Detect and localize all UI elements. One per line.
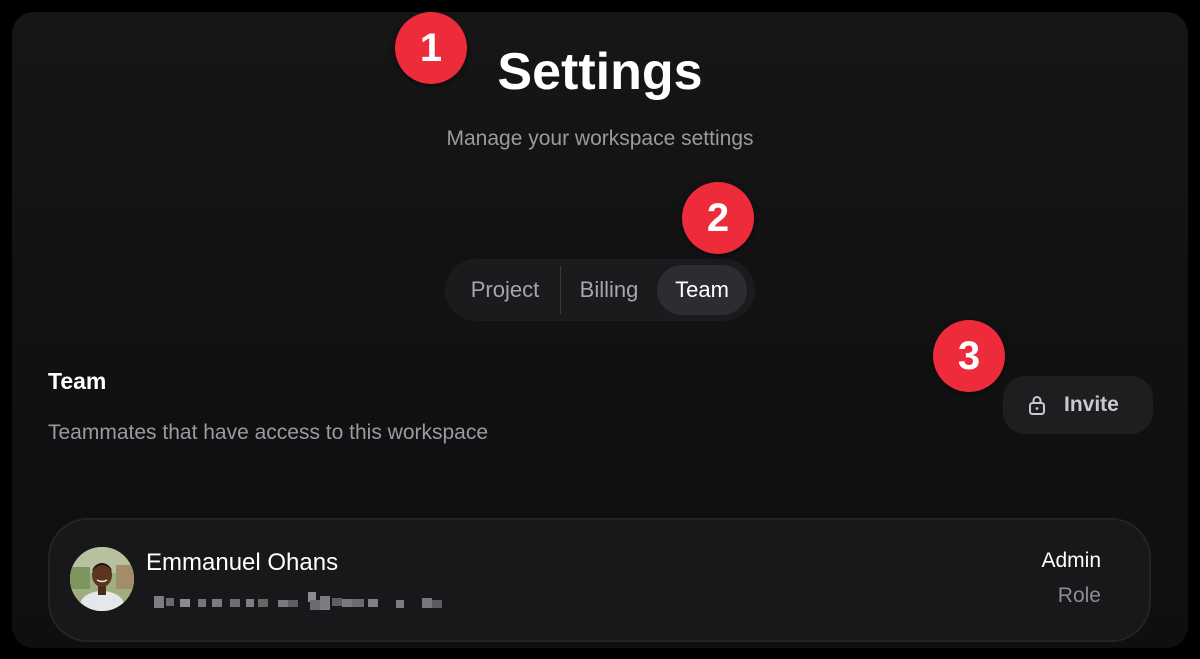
member-role-value: Admin bbox=[1041, 549, 1101, 572]
annotation-badge-3: 3 bbox=[933, 320, 1005, 392]
member-email-redacted bbox=[154, 592, 442, 610]
avatar bbox=[70, 547, 134, 611]
annotation-badge-2: 2 bbox=[682, 182, 754, 254]
settings-tabs: Project Billing Team bbox=[445, 259, 755, 321]
tab-divider bbox=[560, 266, 561, 314]
member-name: Emmanuel Ohans bbox=[146, 549, 339, 576]
annotation-badge-1: 1 bbox=[395, 12, 467, 84]
team-section-description: Teammates that have access to this works… bbox=[48, 421, 489, 444]
team-member-row[interactable]: Emmanuel Ohans Admin Role bbox=[48, 518, 1151, 642]
tab-team[interactable]: Team bbox=[657, 265, 747, 315]
page-title: Settings bbox=[497, 43, 703, 101]
invite-button-label: Invite bbox=[1064, 393, 1119, 416]
member-role-label: Role bbox=[1057, 584, 1101, 607]
invite-button[interactable]: Invite bbox=[1003, 376, 1153, 434]
tab-billing[interactable]: Billing bbox=[563, 265, 655, 315]
team-section-title: Team bbox=[48, 368, 107, 394]
lock-icon bbox=[1029, 396, 1045, 415]
page-subtitle: Manage your workspace settings bbox=[446, 127, 754, 150]
tab-project[interactable]: Project bbox=[455, 265, 555, 315]
